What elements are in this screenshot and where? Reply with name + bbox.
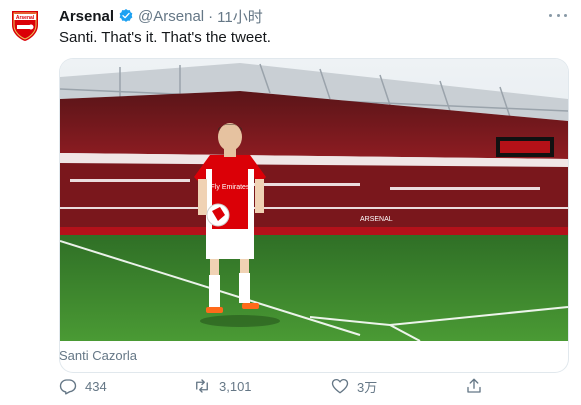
share-button[interactable] [465, 374, 483, 398]
heart-icon [331, 378, 349, 394]
like-button[interactable]: 3万 [331, 374, 377, 398]
arsenal-crest-icon: Arsenal [12, 11, 38, 41]
author-name[interactable]: Arsenal [59, 8, 114, 25]
reply-icon [59, 379, 77, 395]
reply-count: 434 [85, 378, 107, 394]
tweet-actions: 434 3,101 3万 [59, 374, 499, 398]
media-caption: Santi Cazorla [59, 348, 138, 363]
shirt-sponsor-text: Fly Emirates [211, 184, 250, 191]
tweet-header: Arsenal @Arsenal · 11小时 [59, 6, 571, 26]
stadium-photo: ARSENAL Fly Emirates [60, 59, 568, 341]
tweet-text: Santi. That's it. That's the tweet. [59, 29, 271, 46]
separator-dot: · [208, 7, 214, 25]
retweet-icon [196, 379, 208, 393]
reply-button[interactable]: 434 [59, 374, 107, 398]
more-options-icon[interactable] [549, 8, 567, 22]
avatar-crest-text: Arsenal [16, 15, 35, 21]
author-handle[interactable]: @Arsenal [138, 8, 204, 25]
avatar[interactable]: Arsenal [8, 8, 42, 42]
stands-text: ARSENAL [360, 216, 393, 223]
like-count: 3万 [357, 379, 378, 395]
verified-badge-icon [118, 8, 134, 24]
retweet-count: 3,101 [219, 378, 252, 394]
tweet-timestamp[interactable]: 11小时 [217, 6, 263, 27]
share-icon [467, 378, 481, 393]
tweet-media-image[interactable]: ARSENAL Fly Emirates [59, 58, 569, 341]
retweet-button[interactable]: 3,101 [193, 374, 252, 398]
